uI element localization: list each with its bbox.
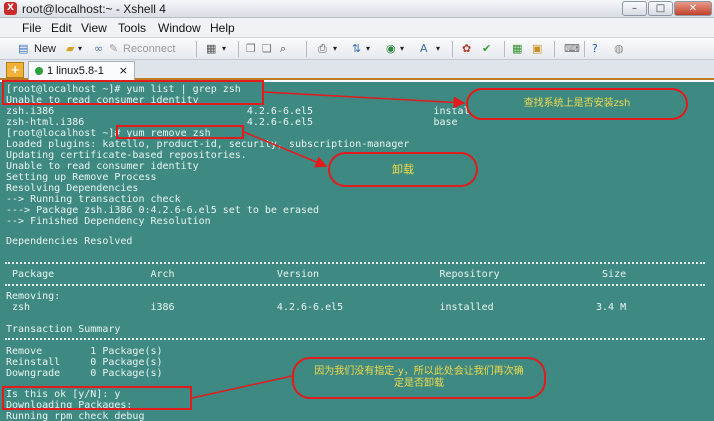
menu-help[interactable]: Help xyxy=(210,21,235,35)
terminal-line: Resolving Dependencies xyxy=(6,183,139,194)
terminal-line: Dependencies Resolved xyxy=(6,236,133,247)
menu-bar: File Edit View Tools Window Help xyxy=(0,18,714,38)
print-icon[interactable]: ⎙ xyxy=(318,41,327,57)
about-icon[interactable]: ◍ xyxy=(614,41,624,57)
keyboard-icon[interactable]: ⌨ xyxy=(564,41,580,57)
open-folder-icon[interactable]: ▰ xyxy=(66,41,74,57)
toolbar-separator xyxy=(554,41,555,57)
paste-icon[interactable]: ❏ xyxy=(262,41,272,57)
new-tab-button[interactable]: + xyxy=(6,62,24,78)
terminal-line: Remove 1 Package(s) xyxy=(6,346,163,357)
toolbar-separator xyxy=(584,41,585,57)
minimize-button[interactable]: – xyxy=(622,1,647,16)
maximize-button[interactable]: □ xyxy=(648,1,673,16)
table-divider xyxy=(5,262,705,264)
terminal-line: Removing: xyxy=(6,291,61,302)
lock-icon[interactable]: ▣ xyxy=(532,41,542,57)
toolbar-separator xyxy=(452,41,453,57)
tab-close-icon[interactable]: × xyxy=(119,62,128,80)
xshell-app-icon: X xyxy=(4,2,17,15)
menu-view[interactable]: View xyxy=(81,21,107,35)
terminal-line: Reinstall 0 Package(s) xyxy=(6,357,163,368)
highlight-yum-list-command xyxy=(2,80,264,105)
table-divider xyxy=(5,284,705,286)
font-icon[interactable]: A xyxy=(420,41,428,57)
terminal-line: --> Running transaction check xyxy=(6,194,181,205)
script-icon[interactable]: ✿ xyxy=(462,41,471,57)
toolbar-separator xyxy=(504,41,505,57)
menu-window[interactable]: Window xyxy=(158,21,201,35)
toolbar-separator xyxy=(196,41,197,57)
terminal-line: Transaction Summary xyxy=(6,324,121,335)
tab-session[interactable]: 1 linux5.8-1 × xyxy=(28,61,135,80)
terminal-line: ---> Package zsh.i386 0:4.2.6-6.el5 set … xyxy=(6,205,320,216)
new-session-icon: ▤ xyxy=(18,42,29,55)
print-dropdown-icon[interactable]: ▾ xyxy=(333,41,337,57)
font-dropdown-icon[interactable]: ▾ xyxy=(436,41,440,57)
terminal-table-header: Package Arch Version Repository Size xyxy=(6,269,627,280)
close-window-button[interactable]: ✕ xyxy=(674,1,712,16)
copy-icon[interactable]: ❐ xyxy=(246,41,256,57)
menu-file[interactable]: File xyxy=(22,21,41,35)
table-divider xyxy=(5,338,705,340)
annotation-uninstall: 卸载 xyxy=(328,152,478,187)
properties-dropdown-icon[interactable]: ▾ xyxy=(222,41,226,57)
annotation-check-installed: 查找系统上是否安装zsh xyxy=(466,88,688,120)
terminal-line: --> Finished Dependency Resolution xyxy=(6,216,211,227)
terminal-line: Setting up Remove Process xyxy=(6,172,157,183)
find-icon[interactable]: ⌕ xyxy=(280,41,286,57)
terminal-table-row: zsh i386 4.2.6-6.el5 installed 3.4 M xyxy=(6,302,627,313)
tab-label: 1 linux5.8-1 xyxy=(47,65,104,77)
properties-icon[interactable]: ▦ xyxy=(206,41,216,57)
connected-status-icon xyxy=(35,67,43,76)
globe-icon[interactable]: ◉ xyxy=(386,41,396,57)
toolbar: ▤ New ▰ ▾ ∞ ✎ Reconnect ▦ ▾ ❐ ❏ ⌕ ⎙ ▾ ⇅ … xyxy=(0,38,714,60)
terminal-line: Loaded plugins: katello, product-id, sec… xyxy=(6,139,410,150)
toolbar-separator xyxy=(306,41,307,57)
annotation-confirm-note: 因为我们没有指定-y，所以此处会让我们再次确定是否卸载 xyxy=(292,357,546,399)
toolbar-separator xyxy=(238,41,239,57)
transfer-dropdown-icon[interactable]: ▾ xyxy=(366,41,370,57)
help-icon[interactable]: ? xyxy=(592,41,598,57)
link-icon[interactable]: ∞ xyxy=(94,41,103,57)
terminal-line: zsh.i386 4.2.6-6.el5 installed xyxy=(6,106,488,117)
layout-icon[interactable]: ▦ xyxy=(512,41,522,57)
transfer-icon[interactable]: ⇅ xyxy=(352,41,361,57)
reconnect-icon: ✎ xyxy=(109,42,119,55)
menu-edit[interactable]: Edit xyxy=(51,21,72,35)
highlight-confirm-prompt xyxy=(2,386,192,410)
highlight-yum-remove-command xyxy=(116,125,244,139)
terminal-line: Running rpm_check_debug xyxy=(6,411,145,421)
menu-tools[interactable]: Tools xyxy=(118,21,146,35)
terminal-line: Downgrade 0 Package(s) xyxy=(6,368,163,379)
title-bar: X root@localhost:~ - Xshell 4 – □ ✕ xyxy=(0,0,714,18)
open-dropdown-icon[interactable]: ▾ xyxy=(78,41,82,57)
terminal-line: Updating certificate-based repositories. xyxy=(6,150,247,161)
window-title: root@localhost:~ - Xshell 4 xyxy=(22,2,166,16)
compose-icon[interactable]: ✔ xyxy=(482,41,491,57)
reconnect-button[interactable]: Reconnect xyxy=(123,41,176,57)
globe-dropdown-icon[interactable]: ▾ xyxy=(400,41,404,57)
tab-bar: + 1 linux5.8-1 × xyxy=(0,60,714,80)
new-button[interactable]: New xyxy=(34,41,56,57)
terminal-line: Unable to read consumer identity xyxy=(6,161,199,172)
